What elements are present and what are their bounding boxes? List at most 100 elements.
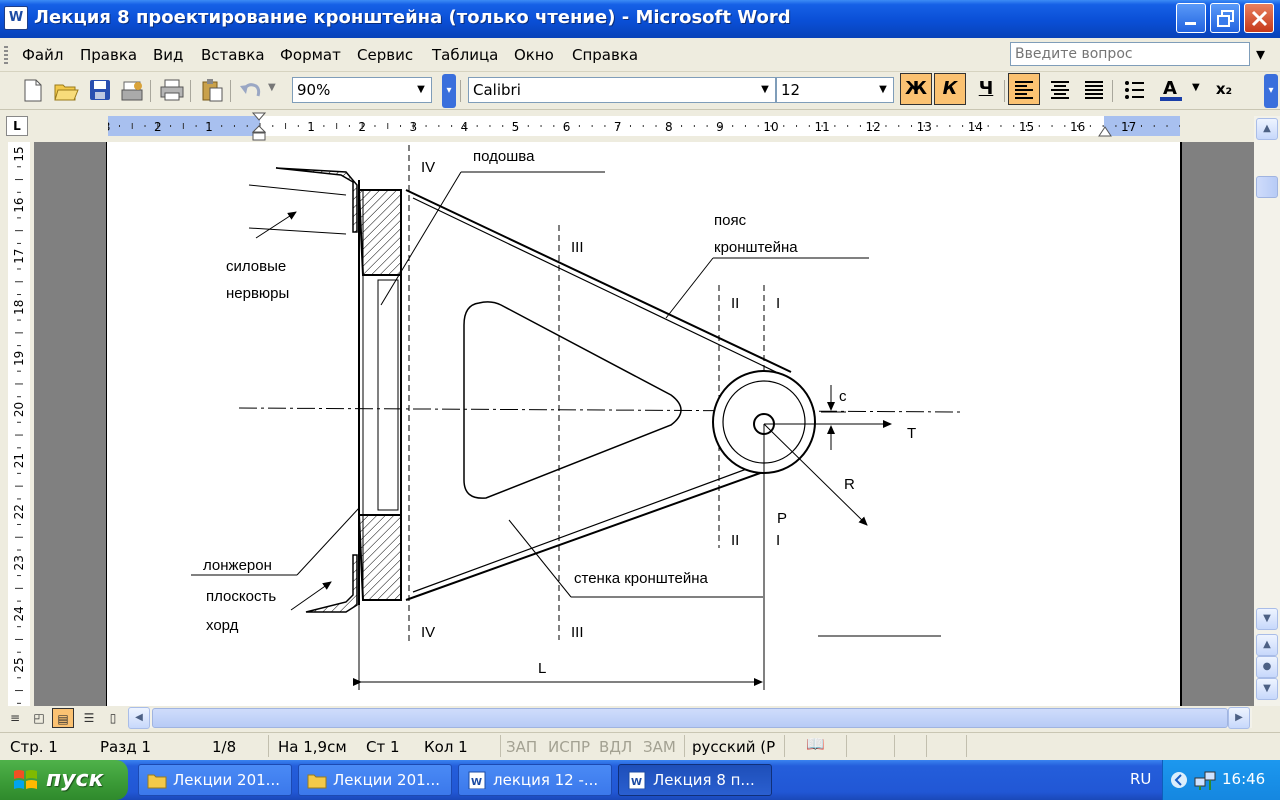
align-center-icon — [1051, 81, 1069, 99]
open-folder-icon[interactable] — [52, 76, 80, 104]
print-layout-button[interactable]: ▤ — [52, 708, 74, 728]
label-sec-iii-bot: III — [571, 624, 584, 641]
align-center-button[interactable] — [1044, 73, 1076, 105]
menu-format[interactable]: Формат — [280, 46, 341, 64]
keyboard-language[interactable]: RU — [1130, 770, 1151, 788]
zoom-combo[interactable]: 90% ▼ — [292, 77, 432, 103]
word-app-icon[interactable]: W — [4, 6, 28, 30]
previous-page-button[interactable]: ▲ — [1256, 634, 1278, 656]
status-track-changes[interactable]: ИСПР — [548, 738, 590, 756]
menu-file[interactable]: Файл — [22, 46, 63, 64]
subscript-button[interactable]: x₂ — [1208, 73, 1240, 105]
spelling-book-icon[interactable]: 📖 — [806, 735, 825, 753]
chevron-down-icon[interactable]: ▼ — [756, 79, 774, 101]
toolbar-options-button[interactable]: ▾ — [1264, 74, 1278, 108]
help-question-box[interactable] — [1010, 42, 1250, 66]
justify-button[interactable] — [1078, 73, 1110, 105]
horizontal-scrollbar[interactable]: ◀ ▶ — [128, 707, 1252, 729]
horizontal-ruler[interactable]: 3211234567891011121314151617 — [108, 116, 1180, 136]
scroll-up-button[interactable]: ▲ — [1256, 118, 1278, 140]
document-page[interactable]: подошва силовые нервюры пояс кронштейна … — [106, 142, 1182, 706]
scroll-right-button[interactable]: ▶ — [1228, 707, 1250, 729]
status-overtype[interactable]: ЗАМ — [643, 738, 676, 756]
menu-table[interactable]: Таблица — [432, 46, 498, 64]
indent-marker-icon[interactable] — [252, 112, 266, 142]
status-column: Кол 1 — [424, 738, 468, 756]
normal-view-button[interactable]: ≡ — [4, 708, 26, 728]
italic-button[interactable]: К — [934, 73, 966, 105]
menu-view[interactable]: Вид — [153, 46, 183, 64]
menu-grip[interactable] — [4, 46, 8, 64]
undo-icon[interactable] — [236, 76, 264, 104]
horizontal-scroll-thumb[interactable] — [152, 708, 1228, 728]
undo-dropdown-icon[interactable]: ▼ — [268, 82, 276, 93]
underline-button[interactable]: Ч — [970, 73, 1002, 105]
font-combo[interactable]: Calibri ▼ — [468, 77, 776, 103]
close-button[interactable] — [1244, 3, 1274, 33]
rib-top — [275, 167, 358, 233]
web-layout-button[interactable]: ◰ — [28, 708, 50, 728]
label-belt-2: кронштейна — [714, 239, 798, 256]
new-document-icon[interactable] — [18, 76, 46, 104]
title-bar: W Лекция 8 проектирование кронштейна (то… — [0, 0, 1280, 38]
tray-clock: 16:46 — [1222, 770, 1266, 788]
label-t: T — [907, 425, 916, 442]
print-icon[interactable] — [158, 76, 186, 104]
reading-layout-button[interactable]: ▯ — [102, 708, 124, 728]
menu-insert[interactable]: Вставка — [201, 46, 265, 64]
bold-button[interactable]: Ж — [900, 73, 932, 105]
bullets-button[interactable] — [1118, 73, 1150, 105]
font-name-value: Calibri — [473, 81, 521, 99]
chevron-down-icon[interactable]: ▼ — [412, 79, 430, 101]
font-size-combo[interactable]: 12 ▼ — [776, 77, 894, 103]
task-word-lecture-8[interactable]: W Лекция 8 п... — [618, 764, 772, 796]
menu-tools[interactable]: Сервис — [357, 46, 413, 64]
help-dropdown-icon[interactable]: ▾ — [1256, 44, 1265, 65]
task-word-lecture-12[interactable]: W лекция 12 -... — [458, 764, 612, 796]
font-color-button[interactable]: A — [1154, 73, 1186, 105]
right-indent-marker-icon[interactable] — [1098, 126, 1112, 138]
vertical-scroll-thumb[interactable] — [1256, 176, 1278, 198]
start-button[interactable]: пуск — [0, 760, 128, 800]
scroll-down-button[interactable]: ▼ — [1256, 608, 1278, 630]
tray-expand-icon[interactable] — [1169, 770, 1189, 790]
next-page-button[interactable]: ▼ — [1256, 678, 1278, 700]
bullet-list-icon — [1125, 81, 1144, 99]
status-rec[interactable]: ЗАП — [506, 738, 537, 756]
label-belt-1: пояс — [714, 212, 747, 229]
status-separator — [268, 735, 269, 757]
label-sec-i-bot: I — [776, 532, 780, 549]
outline-view-button[interactable]: ☰ — [78, 708, 100, 728]
bracket-drawing: подошва силовые нервюры пояс кронштейна … — [191, 145, 964, 690]
tab-stop-selector[interactable]: L — [6, 116, 28, 136]
svg-text:W: W — [471, 777, 482, 788]
scroll-left-button[interactable]: ◀ — [128, 707, 150, 729]
status-separator — [500, 735, 501, 757]
vertical-ruler-scale: 15 16 17 18 19 20 21 22 23 24 25 — [12, 146, 26, 704]
toolbar-options-button[interactable]: ▾ — [442, 74, 456, 108]
minimize-button[interactable] — [1176, 3, 1206, 33]
status-separator — [684, 735, 685, 757]
save-icon[interactable] — [86, 76, 114, 104]
vertical-scrollbar[interactable]: ▲ ▼ ▲ ● ▼ — [1254, 116, 1280, 706]
menu-edit[interactable]: Правка — [80, 46, 137, 64]
horizontal-ruler-scale: 3211234567891011121314151617 — [108, 120, 1180, 134]
help-question-input[interactable] — [1011, 43, 1231, 65]
status-section: Разд 1 — [100, 738, 151, 756]
select-browse-object-button[interactable]: ● — [1256, 656, 1278, 678]
vertical-ruler[interactable]: 15 16 17 18 19 20 21 22 23 24 25 — [8, 142, 30, 706]
paste-icon[interactable] — [198, 76, 226, 104]
status-extend[interactable]: ВДЛ — [599, 738, 632, 756]
restore-button[interactable] — [1210, 3, 1240, 33]
task-folder-1[interactable]: Лекции 201... — [138, 764, 292, 796]
chevron-down-icon[interactable]: ▼ — [874, 79, 892, 101]
align-left-button[interactable] — [1008, 73, 1040, 105]
font-color-dropdown-icon[interactable]: ▼ — [1192, 82, 1200, 93]
web-cutout — [463, 301, 682, 499]
task-folder-2[interactable]: Лекции 201... — [298, 764, 452, 796]
status-language[interactable]: русский (Р — [692, 738, 775, 756]
menu-help[interactable]: Справка — [572, 46, 638, 64]
menu-window[interactable]: Окно — [514, 46, 554, 64]
permission-icon[interactable] — [118, 76, 146, 104]
network-icon[interactable] — [1193, 768, 1217, 792]
